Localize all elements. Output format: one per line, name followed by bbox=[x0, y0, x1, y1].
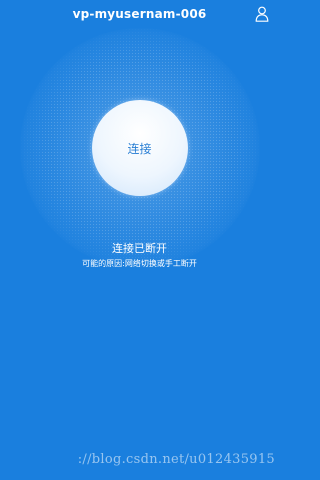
header-bar: vp-myusernam-006 bbox=[0, 0, 279, 30]
app-screen: vp-myusernam-006 连接 连接已断开 可能的原因:网络切换或手工断… bbox=[0, 0, 279, 480]
page-title: vp-myusernam-006 bbox=[72, 7, 207, 21]
connection-status: 连接已断开 bbox=[112, 242, 167, 255]
connect-button[interactable]: 连接 bbox=[91, 100, 188, 196]
connect-button-label: 连接 bbox=[127, 141, 152, 156]
user-icon[interactable] bbox=[255, 6, 269, 22]
watermark: ://blog.csdn.net/u012435915 bbox=[77, 452, 275, 467]
disconnect-reason: 可能的原因:网络切换或手工断开 bbox=[82, 259, 197, 268]
